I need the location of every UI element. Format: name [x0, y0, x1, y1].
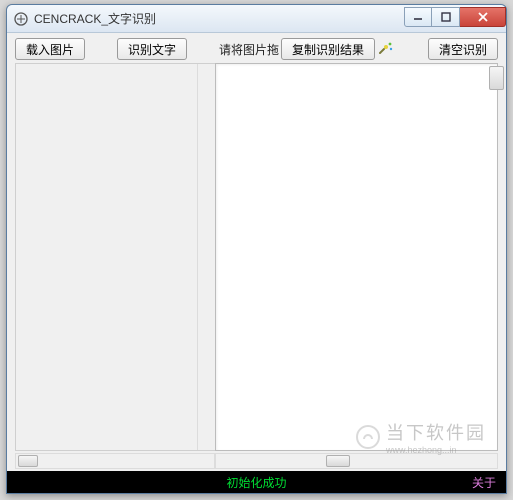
titlebar[interactable]: CENCRACK_文字识别 [7, 5, 506, 33]
app-icon [13, 11, 29, 27]
clear-recognition-button[interactable]: 清空识别 [428, 38, 498, 60]
about-link[interactable]: 关于 [472, 474, 496, 491]
image-panel[interactable] [15, 63, 215, 451]
sparkle-icon [377, 40, 395, 58]
hscroll-left[interactable] [15, 453, 215, 469]
drag-hint-label: 请将图片拖 [219, 41, 279, 58]
app-window: CENCRACK_文字识别 载入图片 识别文字 请将图片拖 复制识别结果 [6, 4, 507, 494]
hscroll-row [7, 453, 506, 471]
status-bar: 初始化成功 关于 [7, 471, 506, 493]
window-controls [404, 7, 506, 27]
maximize-button[interactable] [432, 7, 460, 27]
hscroll-thumb-left[interactable] [18, 455, 38, 467]
toolbar: 载入图片 识别文字 请将图片拖 复制识别结果 清空识别 [7, 33, 506, 63]
close-button[interactable] [460, 7, 506, 27]
hscroll-thumb-right[interactable] [326, 455, 350, 467]
hint-area: 请将图片拖 复制识别结果 [219, 38, 395, 60]
result-panel[interactable] [215, 63, 498, 451]
content-area [7, 63, 506, 453]
status-message: 初始化成功 [226, 474, 286, 491]
hscroll-right[interactable] [215, 453, 498, 469]
load-image-button[interactable]: 载入图片 [15, 38, 85, 60]
vscroll-thumb-right[interactable] [489, 66, 504, 90]
vscroll-thumb-left[interactable] [199, 422, 214, 444]
window-title: CENCRACK_文字识别 [34, 10, 404, 27]
copy-result-button[interactable]: 复制识别结果 [281, 38, 375, 60]
minimize-button[interactable] [404, 7, 432, 27]
recognize-text-button[interactable]: 识别文字 [117, 38, 187, 60]
